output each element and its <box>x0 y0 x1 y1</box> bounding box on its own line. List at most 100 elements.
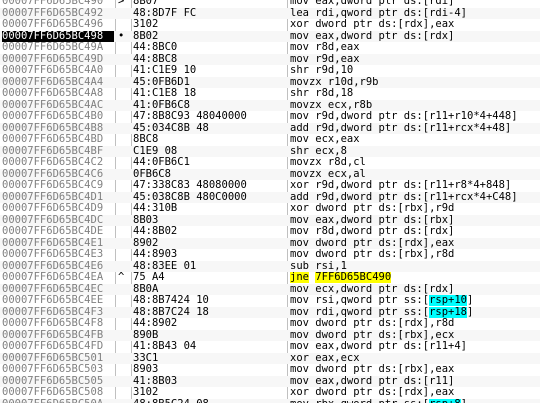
disasm-row[interactable]: 00007FF6D65BC501 33C1 xor eax,ecx <box>0 352 540 365</box>
address-cell[interactable]: 00007FF6D65BC4AC <box>2 100 114 112</box>
instruction-cell[interactable]: mov dword ptr ds:[rdx],r8d <box>290 318 540 330</box>
disasm-row[interactable]: 00007FF6D65BC4FB 890B mov dword ptr ds:[rb… <box>0 329 540 341</box>
bytes-cell[interactable]: 33C1 <box>133 353 283 365</box>
address-cell[interactable]: 00007FF6D65BC49D <box>2 54 114 66</box>
disasm-row[interactable]: 00007FF6D65BC503 8903 mov dword ptr ds:[rb… <box>0 364 540 376</box>
instruction-cell[interactable]: shr r8d,18 <box>290 88 540 100</box>
bytes-cell[interactable]: 44:8BC0 <box>133 42 283 54</box>
address-cell[interactable]: 00007FF6D65BC4E1 <box>2 238 114 250</box>
instruction-cell[interactable]: mov eax,dword ptr ds:[rdi] <box>290 0 540 8</box>
disasm-row[interactable]: 00007FF6D65BC4D9 44:310B xor dword ptr ds:… <box>0 203 540 215</box>
disasm-row[interactable]: 00007FF6D65BC49A 44:8BC0 mov r8d,eax <box>0 42 540 54</box>
address-cell[interactable]: 00007FF6D65BC4BF <box>2 146 114 158</box>
address-cell[interactable]: 00007FF6D65BC4F3 <box>2 307 114 319</box>
disasm-row[interactable]: 00007FF6D65BC4B8 45:034C8B 48 add r9d,dwor… <box>0 122 540 135</box>
disasm-row[interactable]: 00007FF6D65BC490 >8B07 mov eax,dword ptr d… <box>0 0 540 8</box>
instruction-cell[interactable]: mov r8d,eax <box>290 42 540 54</box>
disasm-row[interactable]: 00007FF6D65BC4F8 44:8902 mov dword ptr ds:… <box>0 318 540 330</box>
bytes-cell[interactable]: 3102 <box>133 387 283 399</box>
address-cell[interactable]: 00007FF6D65BC4D9 <box>2 203 114 215</box>
bytes-cell[interactable]: 48:8B5C24 08 <box>133 399 283 403</box>
instruction-cell[interactable]: movzx ecx,r8b <box>290 100 540 112</box>
instruction-cell[interactable]: sub rsi,1 <box>290 261 540 273</box>
address-cell[interactable]: 00007FF6D65BC4C2 <box>2 157 114 169</box>
bytes-cell[interactable]: 8B0A <box>133 284 283 296</box>
bytes-cell[interactable]: 44:310B <box>133 203 283 215</box>
address-cell[interactable]: 00007FF6D65BC4EE <box>2 295 114 307</box>
instruction-cell[interactable]: mov r9d,dword ptr ds:[r11+r10*4+448] <box>290 111 540 123</box>
disasm-row[interactable]: 00007FF6D65BC4F3 48:8B7C24 18 mov rdi,qwor… <box>0 306 540 319</box>
bytes-cell[interactable]: 75 A4 <box>133 272 283 284</box>
disasm-row[interactable]: 00007FF6D65BC4C6 0FB6C8 movzx ecx,al <box>0 168 540 181</box>
disasm-row[interactable]: 00007FF6D65BC4A4 45:0FB6D1 movzx r10d,r9b <box>0 76 540 89</box>
disasm-row[interactable]: 00007FF6D65BC4BD 8BC8 mov ecx,eax <box>0 134 540 146</box>
instruction-cell[interactable]: mov dword ptr ds:[rbx],r8d <box>290 249 540 261</box>
address-cell[interactable]: 00007FF6D65BC4EC <box>2 284 114 296</box>
instruction-cell[interactable]: mov rsi,qword ptr ss:[rsp+10] <box>290 295 540 307</box>
address-cell[interactable]: 00007FF6D65BC508 <box>2 387 114 399</box>
disasm-row[interactable]: 00007FF6D65BC4EE 48:8B7424 10 mov rsi,qwor… <box>0 295 540 307</box>
bytes-cell[interactable]: 8BC8 <box>133 134 283 146</box>
jump-target-link[interactable]: 7FF6D65BC490 <box>315 272 392 283</box>
address-cell[interactable]: 00007FF6D65BC4B8 <box>2 123 114 135</box>
bytes-cell[interactable]: 3102 <box>133 19 283 31</box>
bytes-cell[interactable]: 48:83EE 01 <box>133 261 283 273</box>
disasm-row[interactable]: 00007FF6D65BC49D 44:8BC8 mov r9d,eax <box>0 53 540 66</box>
address-cell[interactable]: 00007FF6D65BC4E3 <box>2 249 114 261</box>
disasm-row[interactable]: 00007FF6D65BC4D1 45:038C8B 480C0000 add r9… <box>0 191 540 204</box>
address-cell[interactable]: 00007FF6D65BC49A <box>2 42 114 54</box>
instruction-cell[interactable]: mov eax,dword ptr ds:[r11+4] <box>290 341 540 353</box>
bytes-cell[interactable]: 8902 <box>133 238 283 250</box>
bytes-cell[interactable]: 45:034C8B 48 <box>133 123 283 135</box>
bytes-cell[interactable]: 41:8B03 <box>133 376 283 388</box>
instruction-cell[interactable]: add r9d,dword ptr ds:[r11+rcx*4+C48] <box>290 192 540 204</box>
address-cell[interactable]: 00007FF6D65BC4EA <box>2 272 114 284</box>
address-cell[interactable]: 00007FF6D65BC501 <box>2 353 114 365</box>
address-cell[interactable]: 00007FF6D65BC498 <box>2 30 114 42</box>
address-cell[interactable]: 00007FF6D65BC4C6 <box>2 169 114 181</box>
instruction-cell[interactable]: mov eax,dword ptr ds:[r11] <box>290 376 540 388</box>
bytes-cell[interactable]: 48:8B7424 10 <box>133 295 283 307</box>
instruction-cell[interactable]: mov r9d,eax <box>290 54 540 66</box>
disasm-row[interactable]: 00007FF6D65BC4E3 44:8903 mov dword ptr ds:… <box>0 249 540 261</box>
instruction-cell[interactable]: movzx ecx,al <box>290 169 540 181</box>
address-cell[interactable]: 00007FF6D65BC496 <box>2 19 114 31</box>
bytes-cell[interactable]: 45:038C8B 480C0000 <box>133 192 283 204</box>
address-cell[interactable]: 00007FF6D65BC4BD <box>2 134 114 146</box>
disassembly-view[interactable]: 00007FF6D65BC490 >8B07 mov eax,dword ptr d… <box>0 0 540 403</box>
address-cell[interactable]: 00007FF6D65BC4E6 <box>2 261 114 273</box>
disasm-row[interactable]: 00007FF6D65BC50A 48:8B5C24 08 mov rbx,qwor… <box>0 398 540 403</box>
instruction-cell[interactable]: mov dword ptr ds:[rbx],eax <box>290 364 540 376</box>
disasm-row[interactable]: 00007FF6D65BC4C9 47:338C83 48080000 xor r9… <box>0 180 540 192</box>
instruction-cell[interactable]: jne 7FF6D65BC490 <box>290 272 540 284</box>
bytes-cell[interactable]: 45:0FB6D1 <box>133 77 283 89</box>
bytes-cell[interactable]: 47:8B8C93 48040000 <box>133 111 283 123</box>
instruction-cell[interactable]: mov rbx,qword ptr ss:[rsp+8] <box>290 398 540 403</box>
instruction-cell[interactable]: add r9d,dword ptr ds:[r11+rcx*4+48] <box>290 123 540 135</box>
address-cell[interactable]: 00007FF6D65BC4FD <box>2 341 114 353</box>
instruction-cell[interactable]: xor eax,ecx <box>290 353 540 365</box>
bytes-cell[interactable]: 44:8902 <box>133 318 283 330</box>
bytes-cell[interactable]: 0FB6C8 <box>133 169 283 181</box>
disasm-row[interactable]: 00007FF6D65BC4A8 41:C1E8 18 shr r8d,18 <box>0 88 540 100</box>
instruction-cell[interactable]: mov r8d,dword ptr ds:[rdx] <box>290 226 540 238</box>
address-cell[interactable]: 00007FF6D65BC4A4 <box>2 77 114 89</box>
bytes-cell[interactable]: 44:0FB6C1 <box>133 157 283 169</box>
instruction-cell[interactable]: mov ecx,eax <box>290 134 540 146</box>
bytes-cell[interactable]: 44:8BC8 <box>133 54 283 66</box>
bytes-cell[interactable]: 48:8B7C24 18 <box>133 307 283 319</box>
disasm-row[interactable]: 00007FF6D65BC498 • 8B02 mov eax,dword ptr d… <box>0 30 540 42</box>
bytes-cell[interactable]: 44:8B02 <box>133 226 283 238</box>
address-cell[interactable]: 00007FF6D65BC4DE <box>2 226 114 238</box>
instruction-cell[interactable]: xor dword ptr ds:[rdx],eax <box>290 387 540 399</box>
instruction-cell[interactable]: lea rdi,qword ptr ds:[rdi-4] <box>290 8 540 20</box>
bytes-cell[interactable]: 41:C1E8 18 <box>133 88 283 100</box>
address-cell[interactable]: 00007FF6D65BC4D1 <box>2 192 114 204</box>
instruction-cell[interactable]: xor r9d,dword ptr ds:[r11+r8*4+848] <box>290 180 540 192</box>
address-cell[interactable]: 00007FF6D65BC4A0 <box>2 65 114 77</box>
address-cell[interactable]: 00007FF6D65BC503 <box>2 364 114 376</box>
disasm-row[interactable]: 00007FF6D65BC4FD 41:8B43 04 mov eax,dword … <box>0 341 540 353</box>
instruction-cell[interactable]: shr ecx,8 <box>290 146 540 158</box>
disasm-row[interactable]: 00007FF6D65BC4BF C1E9 08 shr ecx,8 <box>0 145 540 158</box>
address-cell[interactable]: 00007FF6D65BC490 <box>2 0 114 8</box>
